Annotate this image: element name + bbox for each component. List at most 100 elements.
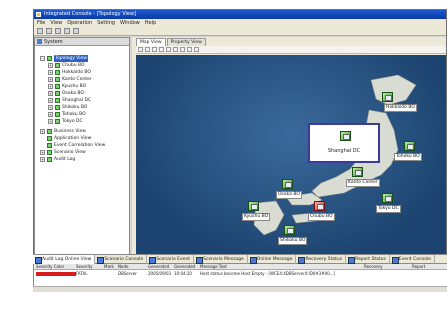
- print-icon[interactable]: [46, 28, 52, 34]
- expand-icon[interactable]: +: [40, 129, 45, 134]
- node-icon: [47, 150, 52, 155]
- popup-label: Shanghai DC: [327, 148, 361, 154]
- tree-item[interactable]: + Hokkaido BO: [35, 69, 129, 76]
- bottom-tab[interactable]: Online Message: [248, 254, 297, 264]
- tree-item[interactable]: + Kyushu BO: [35, 83, 129, 90]
- tab-property-view[interactable]: Property View: [166, 38, 206, 46]
- bottom-tab[interactable]: Report Status: [346, 254, 390, 264]
- expand-icon[interactable]: +: [48, 70, 53, 75]
- tree-item[interactable]: + Kanto Center: [35, 76, 129, 83]
- expand-icon[interactable]: +: [48, 84, 53, 89]
- site-label: Kanto Center: [346, 179, 380, 187]
- tree-item[interactable]: Application View: [35, 135, 129, 142]
- title-bar[interactable]: Integrated Console - [Topology View]: [34, 10, 446, 19]
- home-icon[interactable]: [55, 28, 61, 34]
- zoom-out-icon[interactable]: [152, 47, 157, 52]
- shanghai-dc-popup[interactable]: Shanghai DC: [308, 123, 380, 163]
- view-tabs: Map View Property View: [136, 38, 207, 46]
- table-cell: 10:04:20: [174, 271, 192, 276]
- refresh-icon[interactable]: [73, 28, 79, 34]
- node-icon: [55, 63, 60, 68]
- tree-header: System: [35, 38, 129, 46]
- expand-icon[interactable]: +: [40, 157, 45, 162]
- node-icon: [55, 77, 60, 82]
- menu-window[interactable]: Window: [120, 19, 140, 27]
- layout-icon[interactable]: [194, 47, 199, 52]
- expand-icon[interactable]: +: [40, 150, 45, 155]
- column-header[interactable]: Recovery: [364, 264, 383, 270]
- node-icon: [55, 70, 60, 75]
- column-header[interactable]: Severity: [76, 264, 93, 270]
- tree-item[interactable]: + Tokyo DC: [35, 118, 129, 125]
- menu-setting[interactable]: Setting: [97, 19, 115, 27]
- tab-map-view[interactable]: Map View: [136, 38, 166, 46]
- text-icon[interactable]: [187, 47, 192, 52]
- menu-file[interactable]: File: [37, 19, 45, 27]
- tree-item[interactable]: + Tohoku BO: [35, 111, 129, 118]
- node-icon: [55, 119, 60, 124]
- rectangle-icon[interactable]: [159, 47, 164, 52]
- menu-view[interactable]: View: [50, 19, 62, 27]
- expand-icon[interactable]: +: [48, 105, 53, 110]
- bottom-tab[interactable]: Event Console: [390, 254, 435, 264]
- menu-help[interactable]: Help: [145, 19, 156, 27]
- tree-item[interactable]: + Shikoku BO: [35, 104, 129, 111]
- column-header[interactable]: Generated: [148, 264, 169, 270]
- zoom-in-icon[interactable]: [145, 47, 150, 52]
- table-cell: Host status become Host Empty - [WCE4:4D…: [200, 271, 336, 276]
- ellipse-icon[interactable]: [166, 47, 171, 52]
- tree-item[interactable]: + Business View: [35, 128, 129, 135]
- node-icon: [47, 136, 52, 141]
- column-header[interactable]: Mark: [104, 264, 114, 270]
- expand-icon[interactable]: −: [40, 56, 45, 61]
- bottom-tab[interactable]: Scenario Message: [194, 254, 248, 264]
- column-header[interactable]: Message Text: [200, 264, 227, 270]
- table-row[interactable]: FATAL DBServer 2005/09/03 10:04:20 Host stat…: [34, 271, 447, 277]
- tree-item[interactable]: − Topology View: [35, 55, 129, 62]
- bottom-tab[interactable]: Scenario Console: [95, 254, 148, 264]
- server-icon: [382, 193, 393, 203]
- table-cell: DBServer: [118, 271, 137, 276]
- help-icon[interactable]: [64, 28, 70, 34]
- expand-icon[interactable]: +: [48, 98, 53, 103]
- site-label: Tohoku BO: [394, 153, 422, 161]
- link-icon[interactable]: [180, 47, 185, 52]
- tree-item[interactable]: + Chubu BO: [35, 62, 129, 69]
- tree-item-label: Tokyo DC: [62, 119, 83, 124]
- site-label: Tokyo DC: [376, 205, 401, 213]
- bottom-tab[interactable]: Recovery Status: [296, 254, 347, 264]
- tree-item[interactable]: + Audit Log: [35, 156, 129, 163]
- column-header[interactable]: Generated: [174, 264, 195, 270]
- expand-icon[interactable]: +: [48, 77, 53, 82]
- pointer-icon[interactable]: [138, 47, 143, 52]
- site-label: Hokkaido BO: [384, 104, 417, 112]
- column-header[interactable]: Report: [412, 264, 425, 270]
- column-header[interactable]: Severity Color: [36, 264, 64, 270]
- expand-icon[interactable]: +: [48, 91, 53, 96]
- japan-map[interactable]: Shanghai DC Hokkaido BO Tohoku BO Kanto Ce…: [136, 55, 446, 255]
- expand-icon[interactable]: +: [48, 112, 53, 117]
- tree-item[interactable]: + Scenario View: [35, 149, 129, 156]
- expand-icon[interactable]: +: [48, 63, 53, 68]
- server-icon: [352, 167, 363, 177]
- server-icon: [340, 131, 351, 141]
- server-icon: [282, 179, 293, 189]
- bottom-tab-bar: Audit Log Online View Scenario Console Sce…: [33, 254, 447, 264]
- bottom-tab[interactable]: Audit Log Online View: [33, 254, 96, 264]
- severity-color-bar: [36, 272, 76, 276]
- bottom-tab[interactable]: Scenario Event: [147, 254, 195, 264]
- menu-operation[interactable]: Operation: [67, 19, 92, 27]
- alarm-table: Severity Color Severity Mark Node Generated G…: [33, 264, 447, 286]
- save-icon[interactable]: [37, 28, 43, 34]
- tree-item[interactable]: Event Correlation View: [35, 142, 129, 149]
- expand-icon[interactable]: +: [48, 119, 53, 124]
- tree-item[interactable]: + Shanghai DC: [35, 97, 129, 104]
- alarm-table-header: Severity Color Severity Mark Node Generated G…: [34, 264, 447, 270]
- table-cell: 2005/09/03: [148, 271, 172, 276]
- server-icon: [404, 141, 415, 151]
- node-icon[interactable]: [173, 47, 178, 52]
- tree-item-label: Tohoku BO: [62, 112, 86, 117]
- tree-item[interactable]: + Osaka BO: [35, 90, 129, 97]
- column-header[interactable]: Node: [118, 264, 128, 270]
- tree-item-label: Hokkaido BO: [62, 70, 91, 75]
